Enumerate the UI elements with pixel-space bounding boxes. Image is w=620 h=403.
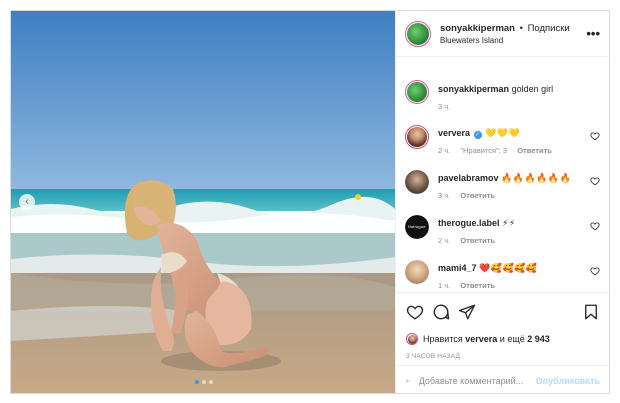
- post-sidebar: sonyakkiperman • Подписки Bluewaters Isl…: [395, 11, 609, 393]
- post-time-ago[interactable]: 3 ЧАСОВ НАЗАД: [406, 353, 460, 360]
- carousel-dot: [209, 380, 213, 384]
- comment-avatar[interactable]: therogue: [405, 215, 429, 239]
- more-horizontal-icon[interactable]: •••: [586, 26, 600, 41]
- comment-time: 1 ч.: [438, 281, 451, 290]
- likes-and-more: и ещё: [499, 334, 525, 344]
- comment-bubble-icon[interactable]: [432, 303, 450, 321]
- comment-text: 💛💛💛: [485, 128, 521, 138]
- reply-button[interactable]: Ответить: [460, 191, 495, 200]
- comment-username[interactable]: pavelabramov: [438, 173, 499, 183]
- comment-row: therogue therogue.label ⚡⚡ 2 ч. Ответить: [405, 215, 600, 245]
- publish-comment-button[interactable]: Опубликовать: [536, 376, 600, 386]
- carousel-indicator: [195, 380, 213, 384]
- caption-time: 3 ч.: [438, 102, 451, 111]
- comment-row: ververa ✓ 💛💛💛 2 ч. "Нравится": 3 Ответит…: [405, 125, 600, 155]
- comment-avatar[interactable]: [405, 170, 429, 194]
- beach-photo-illustration: [11, 11, 395, 393]
- comment-text: ⚡⚡: [502, 218, 516, 228]
- caption-avatar[interactable]: [405, 80, 429, 104]
- comment-row: pavelabramov 🔥🔥🔥🔥🔥🔥 3 ч. Ответить: [405, 170, 600, 200]
- likes-count[interactable]: 2 943: [527, 334, 550, 344]
- post-actions: Нравится ververa и ещё 2 943 3 ЧАСОВ НАЗ…: [396, 292, 609, 365]
- like-heart-icon[interactable]: [406, 303, 424, 321]
- carousel-dot: [202, 380, 206, 384]
- comment-time: 3 ч.: [438, 191, 451, 200]
- comment-like-heart-icon[interactable]: [590, 131, 600, 141]
- reply-button[interactable]: Ответить: [517, 146, 552, 155]
- reply-button[interactable]: Ответить: [460, 236, 495, 245]
- verified-badge-icon: ✓: [473, 131, 482, 139]
- carousel-prev-button[interactable]: ‹: [19, 194, 35, 210]
- liker-avatar: [406, 333, 418, 345]
- author-username[interactable]: sonyakkiperman: [440, 23, 515, 34]
- bookmark-icon[interactable]: [582, 303, 600, 321]
- likes-prefix: Нравится: [423, 334, 463, 344]
- share-send-icon[interactable]: [458, 303, 476, 321]
- post-photo[interactable]: ‹: [11, 11, 395, 393]
- author-avatar[interactable]: [405, 20, 431, 47]
- comment-composer: Опубликовать: [396, 365, 609, 393]
- comments-list[interactable]: sonyakkiperman golden girl 3 ч. ververa …: [396, 58, 609, 292]
- comment-row: mami4_7 ❤️🥰🥰🥰🥰 1 ч. Ответить: [405, 260, 600, 290]
- comment-like-heart-icon[interactable]: [590, 221, 600, 231]
- separator-dot: •: [519, 22, 523, 34]
- comment-like-heart-icon[interactable]: [590, 176, 600, 186]
- comment-time: 2 ч.: [438, 146, 451, 155]
- emoji-smile-icon[interactable]: [406, 373, 409, 389]
- comment-text: ❤️🥰🥰🥰🥰: [479, 263, 538, 273]
- post-header: sonyakkiperman • Подписки Bluewaters Isl…: [396, 11, 609, 57]
- comment-like-heart-icon[interactable]: [590, 266, 600, 276]
- comment-username[interactable]: ververa: [438, 128, 470, 138]
- comment-username[interactable]: therogue.label: [438, 218, 500, 228]
- comment-avatar[interactable]: [405, 125, 429, 149]
- comment-username[interactable]: mami4_7: [438, 263, 477, 273]
- comment-likes-count[interactable]: "Нравится": 3: [460, 146, 507, 155]
- comment-time: 2 ч.: [438, 236, 451, 245]
- follow-status-button[interactable]: Подписки: [528, 23, 570, 34]
- comment-avatar[interactable]: [405, 260, 429, 284]
- liker-username[interactable]: ververa: [465, 334, 497, 344]
- reply-button[interactable]: Ответить: [460, 281, 495, 290]
- caption-text: golden girl: [511, 84, 554, 94]
- post-location[interactable]: Bluewaters Island: [440, 36, 586, 45]
- post-modal: ‹ sonyakkiperman • Подписки Bluewaters I…: [10, 10, 610, 394]
- comment-text: 🔥🔥🔥🔥🔥🔥: [501, 173, 572, 183]
- caption-username[interactable]: sonyakkiperman: [438, 84, 509, 94]
- likes-summary[interactable]: Нравится ververa и ещё 2 943: [406, 333, 550, 345]
- carousel-dot: [195, 380, 199, 384]
- caption-row: sonyakkiperman golden girl 3 ч.: [405, 80, 600, 111]
- comment-input[interactable]: [418, 375, 536, 386]
